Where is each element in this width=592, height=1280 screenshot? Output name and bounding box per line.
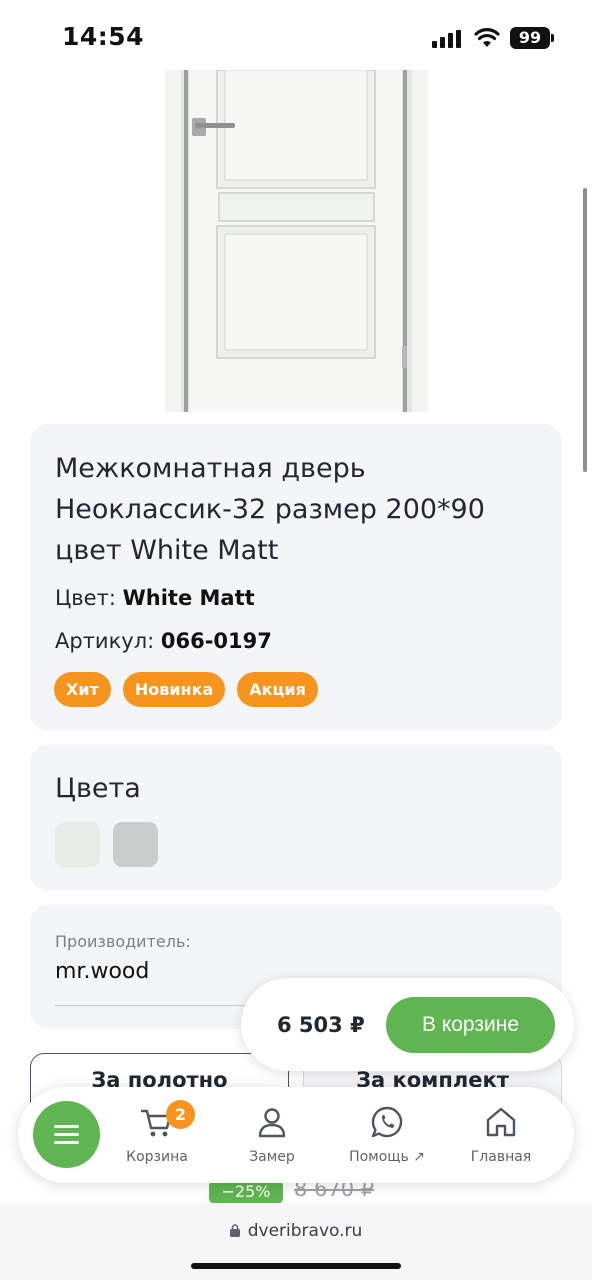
color-swatch-white-matt[interactable] xyxy=(55,822,100,867)
door-illustration xyxy=(165,70,428,412)
menu-icon-line xyxy=(54,1133,79,1136)
home-icon xyxy=(486,1107,516,1137)
discount-badge: −25% xyxy=(209,1180,283,1204)
colors-title: Цвета xyxy=(55,773,141,804)
tag-hit: Хит xyxy=(54,672,111,707)
product-color-label: Цвет: xyxy=(55,586,116,610)
product-image[interactable] xyxy=(165,70,428,412)
url-row[interactable]: dveribravo.ru xyxy=(0,1221,592,1241)
divider xyxy=(55,1005,265,1006)
cart-count-badge: 2 xyxy=(166,1100,195,1129)
status-time: 14:54 xyxy=(62,22,145,51)
bottom-nav: 2 Корзина Замер Помощь ↗ Главная xyxy=(18,1087,574,1183)
product-sku-row: Артикул: 066-0197 xyxy=(55,629,272,653)
tag-new: Новинка xyxy=(122,672,226,707)
wifi-icon xyxy=(474,28,500,47)
in-cart-button[interactable]: В корзине xyxy=(386,997,555,1053)
product-info-card: Межкомнатная дверь Неоклассик-32 размер … xyxy=(30,424,562,731)
product-sku-value: 066-0197 xyxy=(160,629,272,653)
product-title: Межкомнатная дверь Неоклассик-32 размер … xyxy=(55,453,485,566)
nav-label-measure: Замер xyxy=(249,1149,295,1165)
menu-icon-line xyxy=(54,1141,79,1144)
cellular-signal-icon xyxy=(432,30,461,48)
current-price: 6 503 ₽ xyxy=(277,1013,365,1037)
colors-card: Цвета xyxy=(30,745,562,890)
manufacturer-value: mr.wood xyxy=(55,959,150,984)
nav-item-measure[interactable]: Замер xyxy=(217,1105,327,1165)
battery-indicator: 99 xyxy=(510,27,550,49)
lock-icon xyxy=(229,1224,240,1237)
url-text: dveribravo.ru xyxy=(247,1221,363,1241)
nav-label-home: Главная xyxy=(470,1149,532,1165)
browser-address-bar[interactable]: dveribravo.ru xyxy=(0,1203,592,1280)
nav-item-cart[interactable]: 2 Корзина xyxy=(102,1100,212,1165)
color-swatch-grey[interactable] xyxy=(113,822,158,867)
tag-sale: Акция xyxy=(237,672,318,707)
page-scrollbar[interactable] xyxy=(583,188,587,472)
product-tags: Хит Новинка Акция xyxy=(54,672,318,707)
status-bar: 14:54 99 xyxy=(0,0,592,70)
home-indicator xyxy=(191,1263,401,1269)
menu-icon-line xyxy=(54,1125,79,1128)
menu-button[interactable] xyxy=(33,1101,100,1168)
nav-item-home[interactable]: Главная xyxy=(446,1105,556,1165)
product-color-row: Цвет: White Matt xyxy=(55,586,255,610)
user-icon xyxy=(258,1108,286,1138)
manufacturer-label: Производитель: xyxy=(55,932,191,951)
nav-label-cart: Корзина xyxy=(126,1149,188,1165)
nav-item-help[interactable]: Помощь ↗ xyxy=(332,1105,442,1165)
product-color-value: White Matt xyxy=(122,586,255,610)
nav-label-help: Помощь ↗ xyxy=(349,1149,425,1165)
price-popup: 6 503 ₽ В корзине xyxy=(241,978,574,1071)
product-sku-label: Артикул: xyxy=(55,629,155,653)
battery-cap xyxy=(551,34,554,42)
whatsapp-icon xyxy=(371,1106,403,1138)
